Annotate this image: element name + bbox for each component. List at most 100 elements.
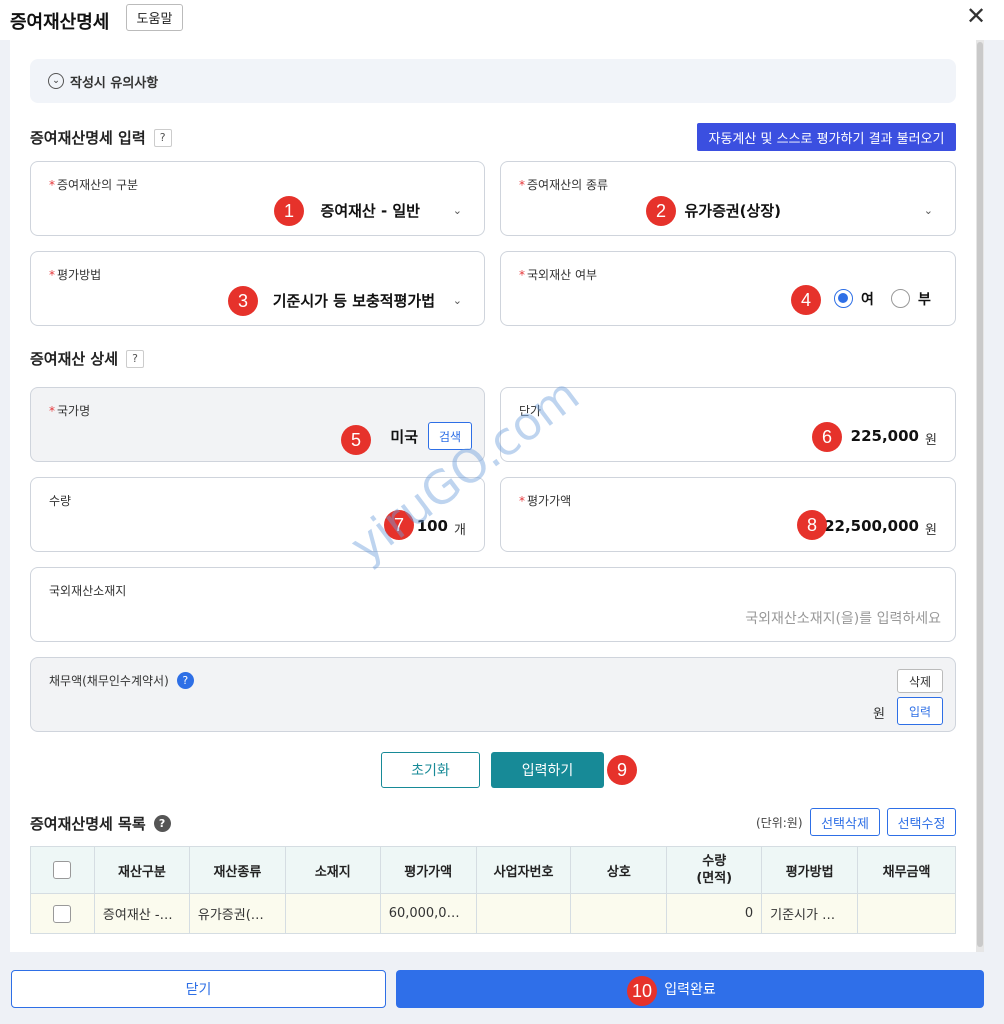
foreign-asset-field: * 국외재산 여부 여 부	[500, 251, 956, 326]
step-badge-5: 5	[341, 425, 371, 455]
table-cell: 증여재산 -…	[93, 893, 190, 934]
asset-list-table: 재산구분 재산종류 소재지 평가가액 사업자번호 상호 수량 (면적) 평가방법…	[30, 846, 956, 934]
table-cell	[475, 893, 572, 934]
appraised-unit: 원	[925, 523, 937, 538]
select-all-cell	[30, 846, 95, 894]
method-value: 기준시가 등 보충적평가법	[272, 292, 435, 310]
column-header: 재산종류	[188, 846, 286, 894]
help-icon[interactable]: ?	[126, 349, 145, 368]
table-cell: 유가증권(…	[188, 893, 286, 934]
help-icon[interactable]: ?	[153, 128, 172, 147]
submit-input-button[interactable]: 입력하기	[491, 752, 604, 788]
chevron-down-icon: ⌄	[48, 73, 64, 89]
kind-value: 유가증권(상장)	[684, 202, 781, 220]
input-complete-button[interactable]: 입력완료	[396, 970, 984, 1008]
step-badge-10: 10	[627, 976, 657, 1006]
step-badge-1: 1	[274, 196, 304, 226]
column-header: 소재지	[284, 846, 381, 894]
step-badge-6: 6	[812, 422, 842, 452]
list-section-title-text: 증여재산명세 목록	[30, 815, 146, 833]
appraised-value-field: * 평가가액 22,500,000 원	[500, 477, 956, 552]
column-header: 평가방법	[761, 846, 859, 894]
category-label: * 증여재산의 구분	[49, 178, 139, 192]
table-cell	[857, 893, 956, 934]
quantity-label: 수량	[49, 494, 72, 508]
unit-price-field[interactable]: 단가 225,000 원	[500, 387, 956, 462]
dialog-title: 증여재산명세	[10, 12, 110, 33]
column-header: 재산구분	[93, 846, 190, 894]
scrollbar[interactable]	[976, 40, 984, 952]
table-header-row: 재산구분 재산종류 소재지 평가가액 사업자번호 상호 수량 (면적) 평가방법…	[30, 846, 956, 894]
quantity-value: 100	[416, 517, 448, 535]
method-select[interactable]: * 평가방법 기준시가 등 보충적평가법 ⌄	[30, 251, 485, 326]
delete-selected-button[interactable]: 선택삭제	[810, 808, 880, 836]
kind-label: * 증여재산의 종류	[519, 178, 609, 192]
edit-selected-button[interactable]: 선택수정	[887, 808, 956, 836]
input-section-title-text: 증여재산명세 입력	[30, 129, 146, 147]
location-input[interactable]: 국외재산소재지(을)를 입력하세요	[745, 608, 941, 628]
radio-no-label: 부	[918, 292, 931, 308]
chevron-down-icon: ⌄	[452, 204, 462, 217]
radio-yes-label: 여	[861, 292, 874, 308]
method-label: * 평가방법	[49, 268, 102, 282]
foreign-location-field[interactable]: 국외재산소재지 국외재산소재지(을)를 입력하세요	[30, 567, 956, 642]
list-section-title: 증여재산명세 목록 ?	[30, 813, 171, 834]
debt-label: 채무액(채무인수계약서) ?	[49, 672, 194, 689]
category-select[interactable]: * 증여재산의 구분 증여재산 - 일반 ⌄	[30, 161, 485, 236]
country-value: 미국	[390, 428, 418, 446]
country-search-button[interactable]: 검색	[428, 422, 472, 450]
location-label: 국외재산소재지	[49, 584, 127, 598]
input-section-title: 증여재산명세 입력 ?	[30, 127, 172, 148]
country-label: * 국가명	[49, 404, 91, 418]
row-checkbox[interactable]	[53, 904, 72, 923]
step-badge-2: 2	[646, 196, 676, 226]
unit-price-unit: 원	[925, 433, 937, 448]
table-cell: 60,000,0…	[379, 893, 477, 934]
table-cell	[570, 893, 668, 934]
step-badge-9: 9	[607, 755, 637, 785]
notice-label: 작성시 유의사항	[70, 75, 159, 91]
column-header: 상호	[570, 846, 668, 894]
chevron-down-icon: ⌄	[452, 294, 462, 307]
debt-delete-button[interactable]: 삭제	[897, 669, 943, 693]
unit-price-value: 225,000	[850, 427, 919, 445]
appraised-label: * 평가가액	[519, 494, 572, 508]
step-badge-4: 4	[791, 285, 821, 315]
help-icon[interactable]: ?	[153, 815, 171, 832]
debt-unit: 원	[873, 707, 885, 722]
chevron-down-icon: ⌄	[923, 204, 933, 217]
auto-calc-load-button[interactable]: 자동계산 및 스스로 평가하기 결과 불러오기	[697, 123, 956, 151]
radio-yes[interactable]	[834, 289, 853, 308]
category-value: 증여재산 - 일반	[320, 202, 420, 220]
unit-price-label: 단가	[519, 404, 542, 418]
unit-note: (단위:원)	[756, 816, 803, 830]
column-header: 평가가액	[379, 846, 477, 894]
debt-input-button[interactable]: 입력	[897, 697, 943, 725]
column-header: 채무금액	[857, 846, 956, 894]
table-cell: 기준시가 …	[761, 893, 859, 934]
close-icon[interactable]: ✕	[962, 2, 990, 30]
scrollbar-thumb[interactable]	[977, 42, 983, 947]
debt-field: 채무액(채무인수계약서) ? 삭제 원 입력	[30, 657, 956, 732]
step-badge-8: 8	[797, 510, 827, 540]
quantity-field[interactable]: 수량 100 개	[30, 477, 485, 552]
help-button[interactable]: 도움말	[126, 4, 183, 31]
table-cell	[284, 893, 381, 934]
row-select-cell	[30, 893, 95, 934]
quantity-unit: 개	[454, 523, 466, 538]
column-header: 수량 (면적)	[666, 846, 763, 894]
table-cell: 0	[666, 893, 763, 934]
select-all-checkbox[interactable]	[53, 861, 72, 879]
detail-section-title: 증여재산 상세 ?	[30, 348, 145, 369]
help-icon[interactable]: ?	[176, 672, 194, 689]
kind-select[interactable]: * 증여재산의 종류 유가증권(상장) ⌄	[500, 161, 956, 236]
column-header: 사업자번호	[475, 846, 572, 894]
notice-accordion[interactable]: ⌄ 작성시 유의사항	[30, 59, 956, 103]
table-row[interactable]: 증여재산 -… 유가증권(… 60,000,0… 0 기준시가 …	[30, 893, 956, 934]
reset-button[interactable]: 초기화	[381, 752, 480, 788]
detail-section-title-text: 증여재산 상세	[30, 350, 119, 368]
dialog-header: 증여재산명세 도움말 ✕	[0, 0, 1004, 40]
country-field: * 국가명 미국 검색	[30, 387, 485, 462]
radio-no[interactable]	[891, 289, 910, 308]
close-button[interactable]: 닫기	[11, 970, 386, 1008]
